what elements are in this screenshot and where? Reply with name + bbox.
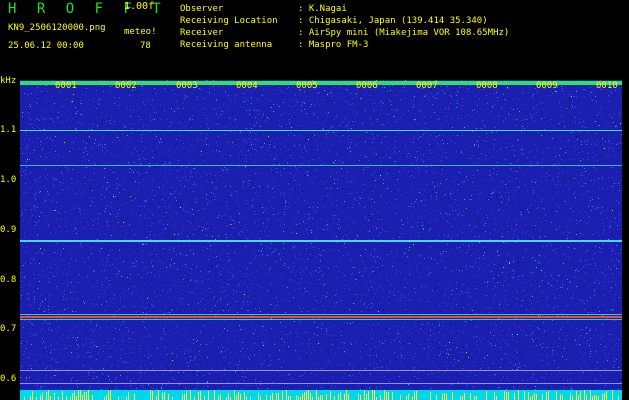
meteo-label: meteo!	[124, 27, 157, 37]
axis-label-0-7: 0.7	[0, 324, 17, 334]
spectrogram	[20, 80, 622, 400]
signal-line-0-73	[20, 316, 622, 318]
signal-line-0-88	[20, 240, 622, 242]
right-border	[622, 78, 629, 400]
time-tick-4: 0004	[236, 81, 258, 91]
signal-line-1-1	[20, 130, 622, 131]
speed-label: 1.00f	[124, 1, 155, 12]
datetime-label: 25.06.12 00:00	[8, 41, 84, 51]
signal-line-0-73a	[20, 314, 622, 315]
axis-unit: kHz	[0, 76, 17, 86]
time-tick-10: 0010	[596, 81, 618, 91]
signal-line-0-62	[20, 370, 622, 371]
signal-line-1-05	[20, 165, 622, 166]
signal-line-0-6	[20, 383, 622, 384]
header-panel: H R O F F T 1.00f KN9_2506120000.png met…	[0, 0, 629, 78]
count-label: 78	[140, 41, 151, 51]
axis-label-0-9: 0.9	[0, 225, 17, 235]
time-tick-9: 0009	[536, 81, 558, 91]
time-tick-2: 0002	[115, 81, 137, 91]
info-row-location: Receiving Location: Chigasaki, Japan (13…	[180, 16, 488, 26]
signal-line-0-73b	[20, 319, 622, 320]
axis-label-1-1: 1.1	[0, 125, 17, 135]
top-band	[20, 81, 622, 85]
station-info: Observer: K.Nagai Receiving Location: Ch…	[180, 4, 509, 52]
info-row-receiver: Receiver: AirSpy mini (Miakejima VOR 108…	[180, 28, 510, 38]
axis-label-0-6: 0.6	[0, 374, 17, 384]
axis-label-1-0: 1.0	[0, 175, 17, 185]
time-tick-8: 0008	[476, 81, 498, 91]
time-tick-3: 0003	[176, 81, 198, 91]
time-tick-1: 0001	[55, 81, 77, 91]
info-row-antenna: Receiving antenna: Maspro FM-3	[180, 40, 369, 50]
axis-label-0-8: 0.8	[0, 275, 17, 285]
info-row-observer: Observer: K.Nagai	[180, 4, 347, 14]
filename-label: KN9_2506120000.png	[8, 23, 106, 33]
time-tick-5: 0005	[296, 81, 318, 91]
spectrogram-canvas	[20, 80, 622, 400]
time-tick-7: 0007	[416, 81, 438, 91]
frequency-axis: kHz 1.1 1.0 0.9 0.8 0.7 0.6	[0, 76, 20, 400]
time-tick-6: 0006	[356, 81, 378, 91]
